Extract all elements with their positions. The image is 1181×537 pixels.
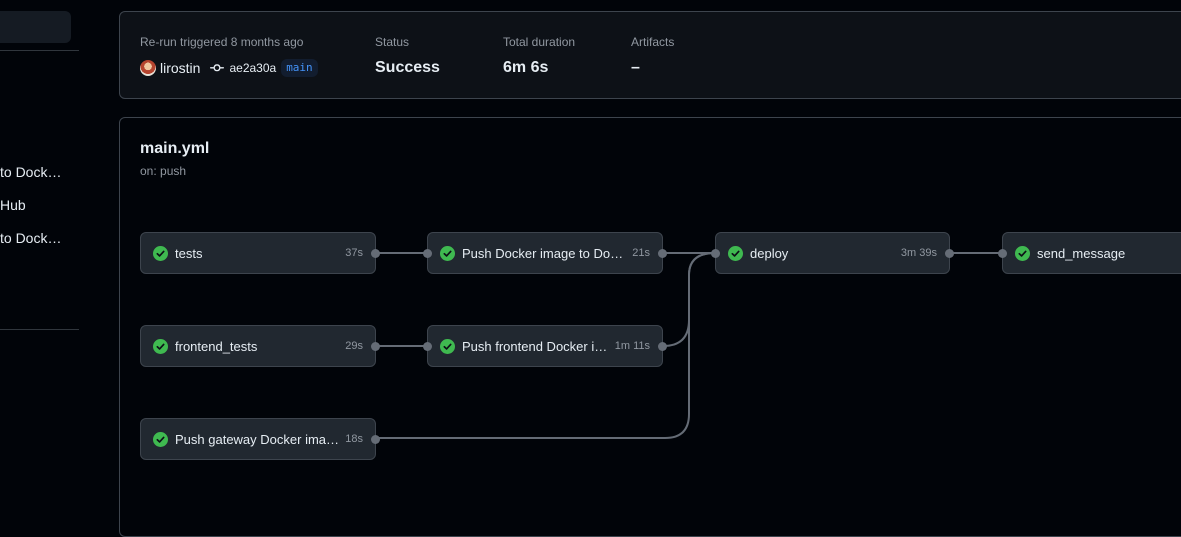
job-duration: 37s (345, 247, 363, 259)
connector-dot (658, 342, 667, 351)
success-check-icon (1015, 245, 1030, 261)
job-send-message[interactable]: send_message (998, 232, 1181, 274)
job-name: tests (175, 245, 203, 261)
connector-dot (658, 249, 667, 258)
connector-dot (998, 249, 1007, 258)
connector-dot (423, 342, 432, 351)
job-duration: 3m 39s (900, 247, 937, 259)
job-name: deploy (750, 245, 789, 261)
job-duration: 29s (345, 340, 363, 352)
connector-dot (945, 249, 954, 258)
connector-dot (711, 249, 720, 258)
success-check-icon (153, 245, 168, 261)
success-check-icon (153, 431, 168, 447)
job-push-gateway-docker-image[interactable]: Push gateway Docker image to Docker Hub … (140, 418, 380, 460)
success-check-icon (728, 245, 743, 261)
job-name: frontend_tests (175, 338, 258, 354)
success-check-icon (153, 338, 168, 354)
success-check-icon (440, 338, 455, 354)
connector-dot (371, 249, 380, 258)
connector-dot (423, 249, 432, 258)
connector-dot (371, 435, 380, 444)
job-frontend-tests[interactable]: frontend_tests 29s (140, 325, 380, 367)
job-tests[interactable]: tests 37s (140, 232, 380, 274)
job-duration: 18s (345, 433, 363, 445)
job-name: Push Docker image to Docker Hub (462, 245, 626, 261)
job-deploy[interactable]: deploy 3m 39s (711, 232, 954, 274)
connector-dot (371, 342, 380, 351)
job-duration: 21s (632, 247, 650, 259)
job-name: Push frontend Docker image to Docker Hub (462, 338, 609, 354)
job-duration: 1m 11s (614, 340, 650, 352)
job-name: send_message (1037, 245, 1126, 261)
job-push-frontend-docker-image[interactable]: Push frontend Docker image to Docker Hub… (423, 325, 667, 367)
success-check-icon (440, 245, 455, 261)
job-push-docker-image[interactable]: Push Docker image to Docker Hub 21s (423, 232, 667, 274)
job-name: Push gateway Docker image to Docker Hub (175, 431, 340, 447)
